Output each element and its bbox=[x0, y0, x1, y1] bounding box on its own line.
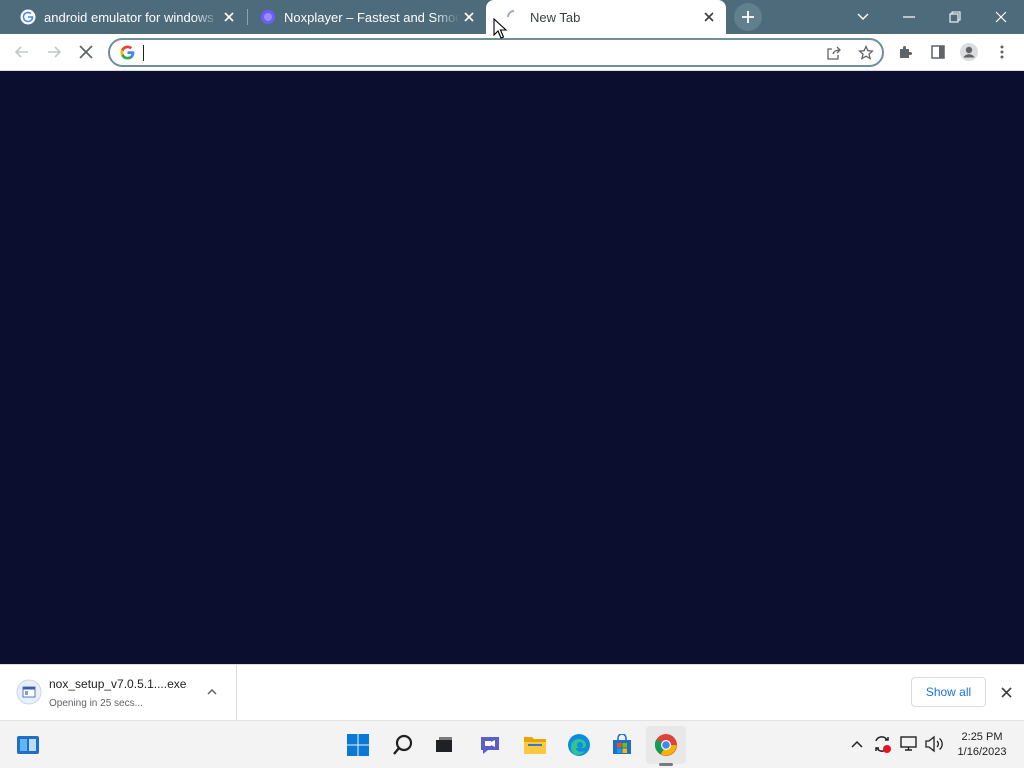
loading-spinner-icon bbox=[506, 9, 522, 25]
store-button[interactable] bbox=[606, 729, 638, 761]
teams-chat-icon bbox=[481, 737, 499, 754]
new-tab-button[interactable] bbox=[734, 3, 762, 31]
google-g-icon bbox=[120, 45, 135, 60]
close-shelf-button[interactable] bbox=[996, 682, 1016, 702]
page-content bbox=[0, 71, 1024, 664]
close-icon bbox=[79, 45, 93, 59]
avatar-icon bbox=[960, 43, 978, 61]
extensions-button[interactable] bbox=[892, 38, 920, 66]
bookmark-star-icon[interactable] bbox=[856, 43, 876, 63]
network-icon bbox=[900, 736, 917, 751]
forward-arrow-icon bbox=[48, 46, 62, 58]
clock-date: 1/16/2023 bbox=[957, 746, 1007, 758]
close-window-button[interactable] bbox=[978, 0, 1024, 34]
sync-icon bbox=[875, 736, 891, 753]
clock-time: 2:25 PM bbox=[961, 731, 1003, 743]
file-explorer-button[interactable] bbox=[519, 729, 551, 761]
start-button[interactable] bbox=[342, 729, 374, 761]
tab-google-search[interactable]: android emulator for windows - G bbox=[0, 0, 246, 34]
download-shelf: nox_setup_v7.0.5.1....exe Opening in 25 … bbox=[0, 664, 1024, 720]
sync-status[interactable] bbox=[871, 733, 893, 755]
system-clock[interactable]: 2:25 PM 1/16/2023 bbox=[950, 730, 1014, 760]
tab-title: New Tab bbox=[530, 9, 581, 25]
tab-search-button[interactable] bbox=[840, 0, 886, 34]
chevron-up-icon bbox=[851, 740, 863, 748]
running-indicator bbox=[659, 763, 673, 766]
speaker-icon bbox=[925, 735, 943, 753]
side-panel-icon bbox=[931, 45, 945, 59]
minimize-button[interactable] bbox=[886, 0, 932, 34]
edge-button[interactable] bbox=[563, 729, 595, 761]
close-tab-icon[interactable] bbox=[460, 8, 478, 26]
address-bar[interactable] bbox=[108, 38, 884, 67]
chevron-up-icon[interactable] bbox=[204, 684, 220, 700]
plus-icon bbox=[742, 11, 754, 23]
minimize-icon bbox=[903, 16, 915, 18]
nox-icon bbox=[260, 9, 276, 25]
more-vertical-icon bbox=[1000, 45, 1004, 59]
network-status[interactable] bbox=[898, 733, 920, 755]
tab-new-tab[interactable]: New Tab bbox=[486, 0, 726, 34]
close-icon bbox=[1000, 686, 1012, 698]
chrome-icon bbox=[654, 734, 677, 756]
browser-toolbar bbox=[0, 34, 1024, 71]
address-input[interactable] bbox=[142, 42, 782, 63]
puzzle-icon bbox=[900, 46, 912, 58]
side-panel-button[interactable] bbox=[924, 38, 952, 66]
store-icon bbox=[613, 734, 631, 754]
back-button[interactable] bbox=[8, 38, 36, 66]
download-file-name: nox_setup_v7.0.5.1....exe bbox=[49, 677, 187, 691]
search-icon bbox=[393, 734, 413, 755]
tab-title: android emulator for windows - G bbox=[44, 9, 220, 25]
edge-icon bbox=[568, 734, 590, 756]
volume-control[interactable] bbox=[923, 733, 945, 755]
profile-button[interactable] bbox=[955, 38, 983, 66]
widgets-icon bbox=[17, 736, 39, 754]
installer-file-icon bbox=[16, 679, 42, 705]
show-all-button[interactable]: Show all bbox=[911, 677, 986, 707]
folder-icon bbox=[524, 737, 546, 754]
chevron-down-icon bbox=[857, 13, 869, 20]
chrome-button[interactable] bbox=[650, 729, 682, 761]
mouse-pointer-icon bbox=[493, 18, 507, 39]
close-tab-icon[interactable] bbox=[220, 8, 238, 26]
close-icon bbox=[995, 11, 1007, 23]
download-status: Opening in 25 secs... bbox=[49, 698, 143, 709]
restore-button[interactable] bbox=[932, 0, 978, 34]
menu-button[interactable] bbox=[988, 38, 1016, 66]
search-button[interactable] bbox=[387, 729, 419, 761]
windows-taskbar: 2:25 PM 1/16/2023 bbox=[0, 720, 1024, 768]
forward-button[interactable] bbox=[40, 38, 68, 66]
task-view-icon bbox=[436, 737, 452, 752]
tab-noxplayer[interactable]: Noxplayer – Fastest and Smoothest bbox=[240, 0, 486, 34]
download-item[interactable]: nox_setup_v7.0.5.1....exe Opening in 25 … bbox=[0, 665, 237, 720]
stop-loading-button[interactable] bbox=[72, 38, 100, 66]
tab-strip: android emulator for windows - G Noxplay… bbox=[0, 0, 1024, 34]
google-g-icon bbox=[20, 9, 36, 25]
tab-title: Noxplayer – Fastest and Smoothest bbox=[284, 9, 460, 25]
restore-icon bbox=[949, 11, 961, 23]
back-arrow-icon bbox=[14, 46, 28, 58]
widgets-button[interactable] bbox=[12, 729, 44, 761]
close-tab-icon[interactable] bbox=[700, 8, 718, 26]
windows-logo-icon bbox=[347, 734, 369, 756]
text-caret bbox=[143, 45, 144, 61]
share-icon[interactable] bbox=[824, 43, 844, 63]
task-view-button[interactable] bbox=[428, 729, 460, 761]
chat-button[interactable] bbox=[474, 729, 506, 761]
show-hidden-icons-button[interactable] bbox=[846, 733, 868, 755]
